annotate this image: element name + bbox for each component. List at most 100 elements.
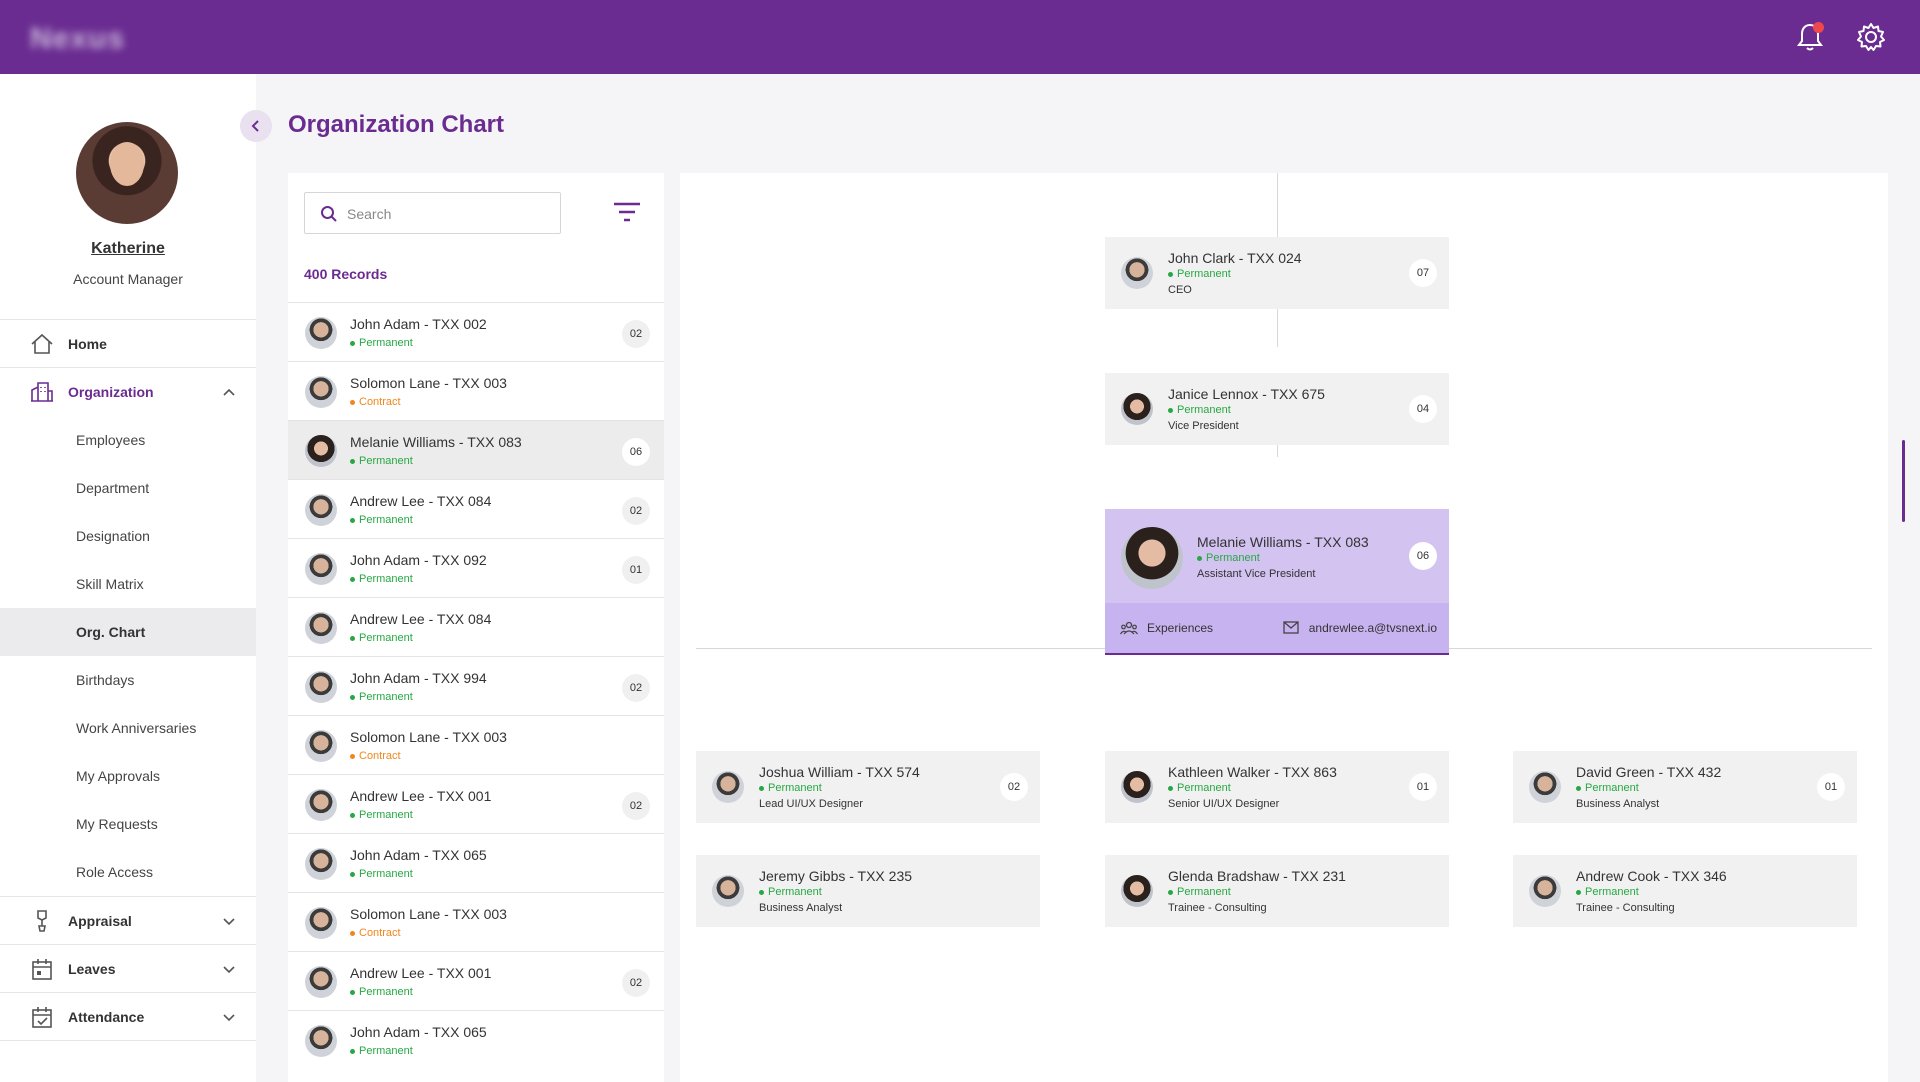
sidebar-item-label: Organization [68, 384, 154, 400]
designation: Trainee - Consulting [1168, 902, 1267, 914]
status-badge: Permanent [1168, 782, 1231, 794]
org-card-ceo[interactable]: John Clark - TXX 024 Permanent CEO 07 [1105, 237, 1449, 309]
reports-count-badge[interactable]: 01 [1409, 773, 1437, 801]
top-bar: Nexus [0, 0, 1920, 74]
sidebar-item-work-anniversaries[interactable]: Work Anniversaries [0, 704, 256, 752]
list-item[interactable]: Solomon Lane - TXX 003 Contract [288, 361, 664, 420]
list-item[interactable]: Andrew Lee - TXX 001 Permanent 02 [288, 774, 664, 833]
chevron-down-icon[interactable] [222, 962, 236, 976]
sidebar-item-employees[interactable]: Employees [0, 416, 256, 464]
status-badge: Permanent [1576, 886, 1639, 898]
employee-name: Kathleen Walker - TXX 863 [1168, 764, 1337, 780]
calendar-icon [30, 958, 54, 980]
status-badge: Permanent [350, 1045, 413, 1057]
sidebar-item-appraisal[interactable]: Appraisal [0, 897, 256, 945]
reports-count-badge[interactable]: 01 [1817, 773, 1845, 801]
sidebar-item-skill-matrix[interactable]: Skill Matrix [0, 560, 256, 608]
reports-count-badge: 02 [622, 320, 650, 348]
designation: CEO [1168, 284, 1192, 296]
designation: Lead UI/UX Designer [759, 798, 863, 810]
connector-line [1277, 173, 1278, 237]
org-card-report[interactable]: Kathleen Walker - TXX 863 Permanent Seni… [1105, 751, 1449, 823]
list-item[interactable]: Melanie Williams - TXX 083 Permanent 06 [288, 420, 664, 479]
designation: Trainee - Consulting [1576, 902, 1675, 914]
org-card-report[interactable]: Andrew Cook - TXX 346 Permanent Trainee … [1513, 855, 1857, 927]
designation: Business Analyst [759, 902, 843, 914]
sidebar-item-attendance[interactable]: Attendance [0, 993, 256, 1041]
reports-count-badge: 02 [622, 497, 650, 525]
page-title: Organization Chart [288, 111, 505, 138]
status-badge: Permanent [350, 809, 413, 821]
list-item[interactable]: John Adam - TXX 994 Permanent 02 [288, 656, 664, 715]
email-link[interactable]: andrewlee.a@tvsnext.io [1309, 621, 1437, 635]
status-badge: Contract [350, 927, 401, 939]
sidebar-item-label: Appraisal [68, 912, 132, 929]
sidebar-item-designation[interactable]: Designation [0, 512, 256, 560]
sidebar-item-label: Home [68, 335, 107, 352]
list-item[interactable]: Andrew Lee - TXX 084 Permanent [288, 597, 664, 656]
reports-count-badge[interactable]: 04 [1409, 395, 1437, 423]
list-item[interactable]: Solomon Lane - TXX 003 Contract [288, 715, 664, 774]
list-item[interactable]: Andrew Lee - TXX 084 Permanent 02 [288, 479, 664, 538]
sidebar-item-my-requests[interactable]: My Requests [0, 800, 256, 848]
avatar [305, 730, 337, 762]
org-chart-canvas[interactable]: John Clark - TXX 024 Permanent CEO 07 Ja… [680, 173, 1888, 1082]
list-item[interactable]: John Adam - TXX 092 Permanent 01 [288, 538, 664, 597]
people-icon [1119, 621, 1139, 635]
employee-name: Solomon Lane - TXX 003 [350, 375, 507, 391]
sidebar-item-org-chart[interactable]: Org. Chart [0, 608, 256, 656]
employee-name: Solomon Lane - TXX 003 [350, 906, 507, 922]
avatar [305, 612, 337, 644]
reports-count-badge: 02 [622, 969, 650, 997]
sidebar-item-birthdays[interactable]: Birthdays [0, 656, 256, 704]
org-card-report[interactable]: David Green - TXX 432 Permanent Business… [1513, 751, 1857, 823]
org-card-report[interactable]: Glenda Bradshaw - TXX 231 Permanent Trai… [1105, 855, 1449, 927]
sidebar-item-leaves[interactable]: Leaves [0, 945, 256, 993]
org-card-vp[interactable]: Janice Lennox - TXX 675 Permanent Vice P… [1105, 373, 1449, 445]
user-name[interactable]: Katherine [0, 240, 256, 258]
chevron-up-icon[interactable] [222, 385, 236, 399]
employee-name: John Adam - TXX 065 [350, 847, 487, 863]
reports-count-badge[interactable]: 07 [1409, 259, 1437, 287]
avatar[interactable] [76, 122, 178, 224]
experiences-link[interactable]: Experiences [1147, 621, 1213, 635]
reports-count-badge[interactable]: 02 [1000, 773, 1028, 801]
avatar [305, 553, 337, 585]
list-item[interactable]: John Adam - TXX 065 Permanent [288, 1010, 664, 1069]
sidebar-item-home[interactable]: Home [0, 320, 256, 368]
org-card-report[interactable]: Jeremy Gibbs - TXX 235 Permanent Busines… [696, 855, 1040, 927]
list-item[interactable]: Andrew Lee - TXX 001 Permanent 02 [288, 951, 664, 1010]
reports-count-badge[interactable]: 06 [1409, 542, 1437, 570]
notification-bell-icon[interactable] [1793, 20, 1827, 54]
vertical-scrollbar[interactable] [1902, 440, 1905, 522]
collapse-sidebar-button[interactable] [240, 110, 272, 142]
sidebar-item-organization[interactable]: Organization [0, 368, 256, 416]
designation: Senior UI/UX Designer [1168, 798, 1280, 810]
filter-icon[interactable] [613, 200, 641, 224]
sidebar-item-my-approvals[interactable]: My Approvals [0, 752, 256, 800]
status-badge: Permanent [759, 886, 822, 898]
status-badge: Permanent [350, 632, 413, 644]
employee-name: Andrew Cook - TXX 346 [1576, 868, 1727, 884]
list-item[interactable]: Solomon Lane - TXX 003 Contract [288, 892, 664, 951]
avatar [1121, 393, 1153, 425]
chevron-down-icon[interactable] [222, 914, 236, 928]
mail-icon [1283, 621, 1299, 634]
avatar [305, 1025, 337, 1057]
org-card-report[interactable]: Joshua William - TXX 574 Permanent Lead … [696, 751, 1040, 823]
gear-icon[interactable] [1854, 20, 1888, 54]
search-input[interactable] [347, 203, 547, 225]
org-card-selected[interactable]: Melanie Williams - TXX 083 Permanent Ass… [1105, 509, 1449, 655]
list-item[interactable]: John Adam - TXX 002 Permanent 02 [288, 302, 664, 361]
avatar [305, 907, 337, 939]
chevron-down-icon[interactable] [222, 1010, 236, 1024]
status-badge: Permanent [350, 455, 413, 467]
sidebar: Katherine Account Manager Home Organizat… [0, 74, 256, 1082]
list-item[interactable]: John Adam - TXX 065 Permanent [288, 833, 664, 892]
avatar [305, 848, 337, 880]
sidebar-item-department[interactable]: Department [0, 464, 256, 512]
sidebar-item-role-access[interactable]: Role Access [0, 848, 256, 896]
home-icon [30, 333, 54, 355]
employee-name: John Adam - TXX 002 [350, 316, 487, 332]
status-badge: Permanent [1168, 404, 1231, 416]
